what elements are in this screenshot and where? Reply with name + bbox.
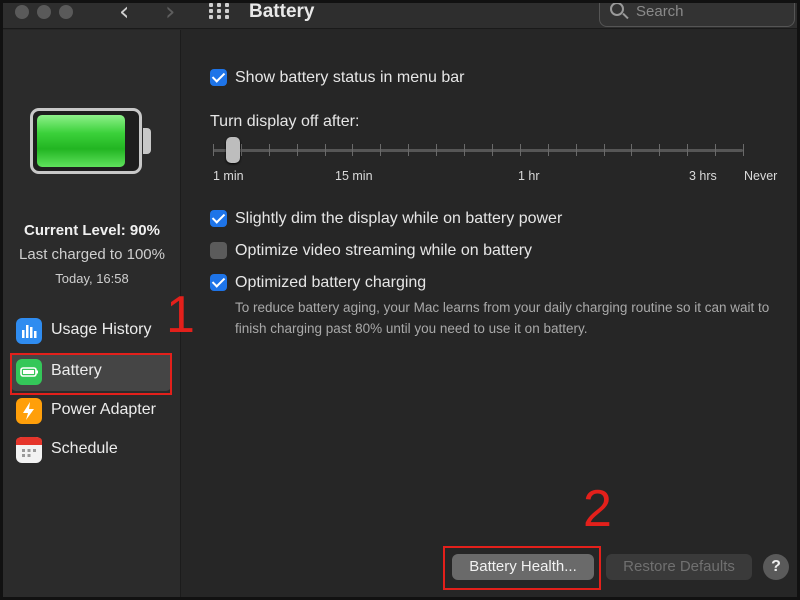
slider-tick	[603, 144, 605, 156]
system-preferences-window: ‹ › Battery Search Current Level: 90% La…	[0, 0, 800, 600]
annotation-step-1: 1	[166, 286, 195, 344]
slider-tick	[519, 144, 521, 156]
slider-tick	[575, 144, 577, 156]
sidebar-item-label: Power Adapter	[51, 401, 156, 418]
slider-tick	[296, 144, 298, 156]
restore-defaults-button[interactable]: Restore Defaults	[606, 554, 752, 580]
current-level-text: Current Level: 90%	[24, 222, 160, 239]
slider-tick	[408, 144, 410, 156]
slider-tick	[715, 144, 717, 156]
slider-tick	[631, 144, 633, 156]
help-button[interactable]: ?	[763, 554, 789, 580]
display-off-slider-knob[interactable]	[226, 137, 240, 163]
turn-display-off-label: Turn display off after:	[210, 113, 360, 130]
slider-label-15-min: 15 min	[335, 169, 373, 183]
slider-tick	[380, 144, 382, 156]
window-title: Battery	[249, 1, 315, 22]
sidebar-item-label: Schedule	[51, 440, 118, 457]
slider-label-1-min: 1 min	[213, 169, 244, 183]
slider-tick	[324, 144, 326, 156]
slider-label-3-hrs: 3 hrs	[689, 169, 717, 183]
minimize-window-button[interactable]	[37, 5, 51, 19]
annotation-step-2: 2	[583, 480, 612, 538]
slider-tick	[240, 144, 242, 156]
sidebar: Current Level: 90% Last charged to 100% …	[3, 30, 181, 597]
close-window-button[interactable]	[15, 5, 29, 19]
slider-tick	[659, 144, 661, 156]
last-charged-time: Today, 16:58	[55, 271, 129, 286]
calendar-icon	[16, 437, 42, 463]
slider-tick	[547, 144, 549, 156]
sidebar-item-label: Usage History	[51, 321, 152, 338]
title-bar: ‹ › Battery Search	[3, 3, 797, 29]
search-placeholder: Search	[636, 3, 684, 20]
slider-tick	[352, 144, 354, 156]
dim-display-label: Slightly dim the display while on batter…	[235, 210, 563, 227]
slider-tick	[436, 144, 438, 156]
optimize-video-checkbox[interactable]	[210, 242, 227, 259]
forward-arrow-icon[interactable]: ›	[165, 3, 175, 25]
power-adapter-icon	[16, 398, 42, 424]
search-icon	[610, 3, 624, 16]
usage-history-icon	[16, 318, 42, 344]
sidebar-item-schedule[interactable]: Schedule	[11, 431, 171, 469]
last-charged-text: Last charged to 100%	[19, 246, 165, 263]
slider-tick	[464, 144, 466, 156]
optimized-charging-label: Optimized battery charging	[235, 274, 427, 291]
annotation-box-battery-item	[10, 353, 172, 395]
slider-tick	[491, 144, 493, 156]
slider-tick	[213, 144, 214, 156]
show-battery-status-checkbox[interactable]	[210, 69, 227, 86]
sidebar-item-usage-history[interactable]: Usage History	[11, 312, 171, 350]
search-field[interactable]: Search	[599, 3, 795, 27]
slider-tick	[268, 144, 270, 156]
optimize-video-label: Optimize video streaming while on batter…	[235, 242, 533, 259]
battery-level-graphic	[30, 108, 154, 174]
show-all-grid-icon[interactable]	[209, 3, 229, 19]
slider-label-never: Never	[744, 169, 778, 183]
slider-tick	[743, 144, 744, 156]
sidebar-item-power-adapter[interactable]: Power Adapter	[11, 392, 171, 430]
show-battery-status-label: Show battery status in menu bar	[235, 69, 465, 86]
zoom-window-button[interactable]	[59, 5, 73, 19]
display-off-slider-track[interactable]	[213, 149, 743, 152]
dim-display-checkbox[interactable]	[210, 210, 227, 227]
slider-label-1-hr: 1 hr	[518, 169, 540, 183]
optimized-charging-description: To reduce battery aging, your Mac learns…	[235, 300, 770, 336]
annotation-box-battery-health	[443, 546, 601, 590]
battery-fill	[37, 115, 126, 167]
back-arrow-icon[interactable]: ‹	[119, 3, 129, 25]
slider-tick	[687, 144, 689, 156]
optimized-charging-checkbox[interactable]	[210, 274, 227, 291]
